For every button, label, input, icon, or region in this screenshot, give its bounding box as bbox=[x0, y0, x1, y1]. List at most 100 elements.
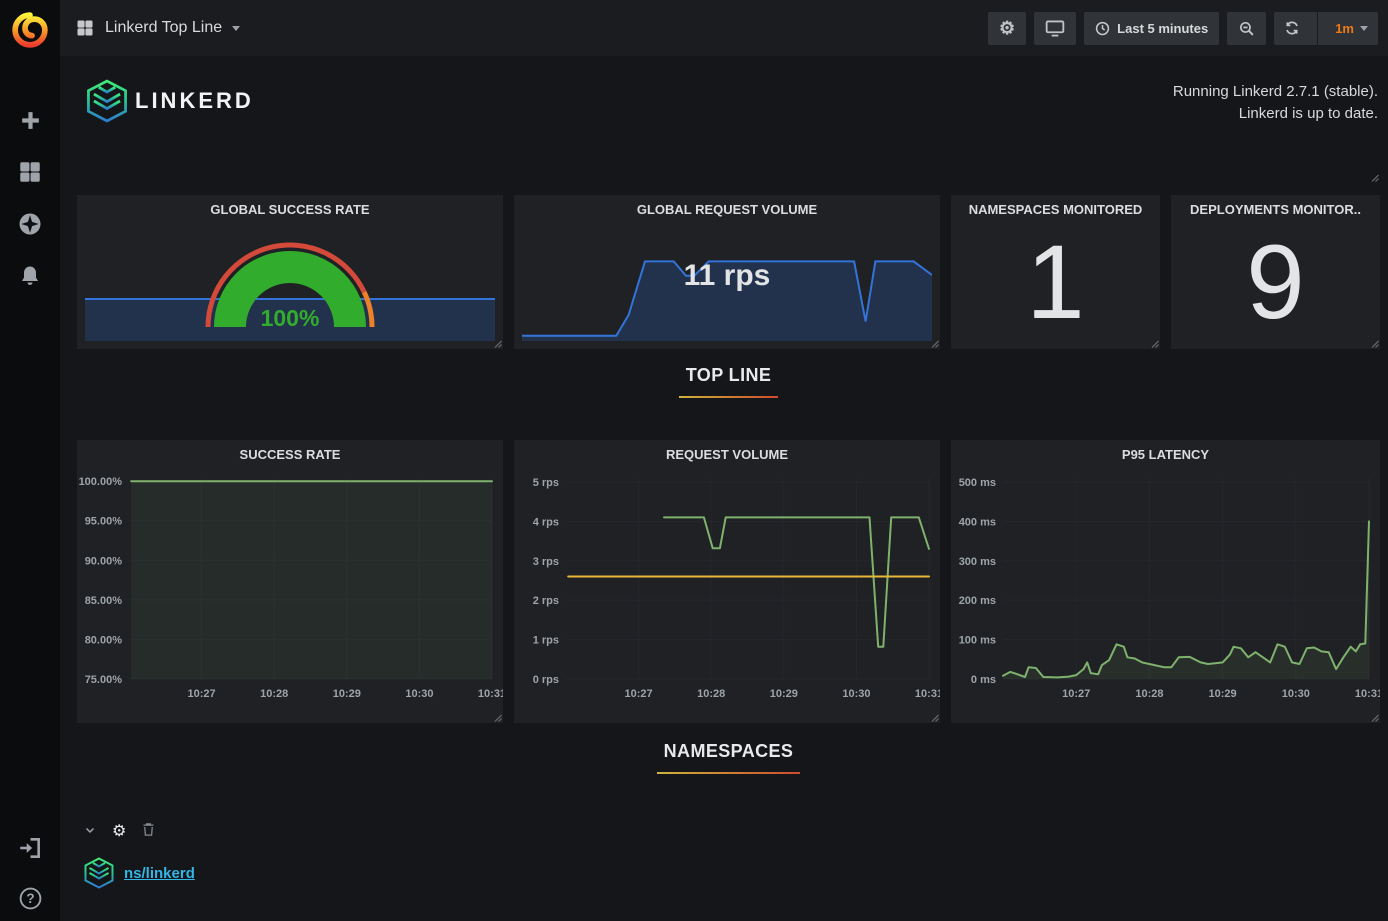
grafana-logo-icon[interactable] bbox=[7, 7, 53, 53]
linkerd-logo-icon bbox=[83, 857, 115, 889]
refresh-button[interactable] bbox=[1274, 12, 1310, 45]
svg-text:4 rps: 4 rps bbox=[533, 516, 559, 528]
sidebar-menu bbox=[15, 105, 45, 291]
svg-text:10:29: 10:29 bbox=[333, 688, 361, 700]
section-title: TOP LINE bbox=[679, 363, 779, 398]
sign-in-icon[interactable] bbox=[15, 833, 45, 863]
panel-title[interactable]: GLOBAL SUCCESS RATE bbox=[77, 195, 503, 221]
panel-resize-handle[interactable] bbox=[1371, 174, 1379, 182]
navbar-actions: ⚙ Last 5 minutes bbox=[988, 12, 1378, 45]
kiosk-mode-button[interactable] bbox=[1034, 12, 1076, 45]
gear-icon: ⚙ bbox=[999, 19, 1015, 37]
deployments-monitored-value: 9 bbox=[1171, 225, 1380, 339]
dashboard-grid-icon bbox=[75, 18, 95, 38]
svg-text:10:27: 10:27 bbox=[625, 688, 653, 700]
linkerd-header-panel: LINKERD Running Linkerd 2.7.1 (stable). … bbox=[77, 65, 1380, 183]
panel-resize-handle[interactable] bbox=[1371, 714, 1379, 722]
success-rate-chart[interactable]: 100.00%95.00%90.00%85.00%80.00%75.00%10:… bbox=[77, 466, 503, 715]
svg-text:10:31: 10:31 bbox=[915, 688, 940, 700]
linkerd-brand: LINKERD bbox=[85, 79, 254, 123]
request-volume-chart[interactable]: 5 rps4 rps3 rps2 rps1 rps0 rps10:2710:28… bbox=[514, 466, 940, 715]
status-line-1: Running Linkerd 2.7.1 (stable). bbox=[1173, 81, 1378, 103]
section-title: NAMESPACES bbox=[657, 739, 801, 774]
refresh-icon bbox=[1284, 20, 1300, 36]
panel-resize-handle[interactable] bbox=[931, 714, 939, 722]
main-area: Linkerd Top Line ⚙ Last 5 minutes bbox=[60, 0, 1388, 921]
dashboard-settings-button[interactable]: ⚙ bbox=[988, 12, 1026, 45]
svg-text:10:27: 10:27 bbox=[188, 688, 216, 700]
namespace-link[interactable]: ns/linkerd bbox=[124, 865, 195, 882]
svg-text:10:28: 10:28 bbox=[260, 688, 288, 700]
refresh-button-group: 1m bbox=[1274, 12, 1378, 45]
stats-row: GLOBAL SUCCESS RATE 100% GLOBAL REQUEST … bbox=[77, 195, 1380, 349]
svg-text:10:31: 10:31 bbox=[1355, 688, 1380, 700]
magnifier-minus-icon bbox=[1238, 20, 1255, 37]
linkerd-wordmark: LINKERD bbox=[135, 88, 254, 114]
alerting-bell-icon[interactable] bbox=[15, 261, 45, 291]
row-settings-gear-icon[interactable]: ⚙ bbox=[112, 824, 126, 840]
explore-compass-icon[interactable] bbox=[15, 209, 45, 239]
refresh-interval-label: 1m bbox=[1335, 21, 1354, 36]
svg-text:10:30: 10:30 bbox=[1282, 688, 1310, 700]
request-volume-value: 11 rps bbox=[514, 259, 940, 293]
panel-title[interactable]: DEPLOYMENTS MONITOR.. bbox=[1171, 195, 1380, 221]
panel-resize-handle[interactable] bbox=[931, 340, 939, 348]
panel-request-volume-chart: REQUEST VOLUME 5 rps4 rps3 rps2 rps1 rps… bbox=[514, 440, 940, 723]
time-range-label: Last 5 minutes bbox=[1117, 21, 1208, 36]
panel-title[interactable]: NAMESPACES MONITORED bbox=[951, 195, 1160, 221]
svg-text:90.00%: 90.00% bbox=[85, 555, 123, 567]
panel-title[interactable]: P95 LATENCY bbox=[951, 440, 1380, 466]
panel-title[interactable]: SUCCESS RATE bbox=[77, 440, 503, 466]
linkerd-logo-icon bbox=[85, 79, 129, 123]
p95-latency-chart[interactable]: 500 ms400 ms300 ms200 ms100 ms0 ms10:271… bbox=[951, 466, 1380, 715]
panel-title[interactable]: REQUEST VOLUME bbox=[514, 440, 940, 466]
grafana-app: ? Linkerd Top Line ⚙ Last 5 minut bbox=[0, 0, 1388, 921]
charts-row: SUCCESS RATE 100.00%95.00%90.00%85.00%80… bbox=[77, 440, 1380, 723]
svg-text:10:28: 10:28 bbox=[1135, 688, 1163, 700]
svg-text:10:29: 10:29 bbox=[1209, 688, 1237, 700]
zoom-out-button[interactable] bbox=[1227, 12, 1266, 45]
svg-text:0 rps: 0 rps bbox=[533, 674, 559, 686]
sidebar-bottom: ? bbox=[15, 833, 45, 913]
panel-title[interactable]: GLOBAL REQUEST VOLUME bbox=[514, 195, 940, 221]
panel-resize-handle[interactable] bbox=[1151, 340, 1159, 348]
panel-resize-handle[interactable] bbox=[1371, 340, 1379, 348]
panel-resize-handle[interactable] bbox=[494, 714, 502, 722]
dashboards-icon[interactable] bbox=[15, 157, 45, 187]
svg-text:10:29: 10:29 bbox=[770, 688, 798, 700]
svg-text:400 ms: 400 ms bbox=[959, 516, 996, 528]
svg-text:85.00%: 85.00% bbox=[85, 595, 123, 607]
refresh-interval-dropdown[interactable]: 1m bbox=[1325, 12, 1378, 45]
linkerd-version-status: Running Linkerd 2.7.1 (stable). Linkerd … bbox=[1173, 81, 1380, 125]
svg-text:200 ms: 200 ms bbox=[959, 595, 996, 607]
button-divider bbox=[1317, 12, 1318, 45]
svg-text:75.00%: 75.00% bbox=[85, 674, 123, 686]
dashboard-canvas: LINKERD Running Linkerd 2.7.1 (stable). … bbox=[60, 56, 1388, 921]
chevron-down-icon bbox=[1360, 26, 1368, 31]
svg-text:0 ms: 0 ms bbox=[971, 674, 996, 686]
namespace-list-item: ns/linkerd bbox=[77, 857, 1380, 889]
svg-text:1 rps: 1 rps bbox=[533, 635, 559, 647]
clock-icon bbox=[1095, 21, 1110, 36]
svg-text:80.00%: 80.00% bbox=[85, 634, 123, 646]
svg-text:10:30: 10:30 bbox=[842, 688, 870, 700]
create-icon[interactable] bbox=[15, 105, 45, 135]
dashboard-title: Linkerd Top Line bbox=[105, 19, 222, 37]
status-line-2: Linkerd is up to date. bbox=[1173, 103, 1378, 125]
svg-text:?: ? bbox=[26, 891, 34, 906]
sidebar: ? bbox=[0, 0, 60, 921]
panel-global-success-rate: GLOBAL SUCCESS RATE 100% bbox=[77, 195, 503, 349]
success-rate-gauge[interactable]: 100% bbox=[77, 231, 503, 343]
help-icon[interactable]: ? bbox=[15, 883, 45, 913]
dashboard-title-dropdown[interactable]: Linkerd Top Line bbox=[75, 18, 240, 38]
time-range-button[interactable]: Last 5 minutes bbox=[1084, 12, 1219, 45]
gauge-chart: 100% bbox=[202, 231, 378, 343]
svg-text:2 rps: 2 rps bbox=[533, 595, 559, 607]
svg-text:10:31: 10:31 bbox=[478, 688, 503, 700]
panel-global-request-volume: GLOBAL REQUEST VOLUME 11 rps bbox=[514, 195, 940, 349]
collapse-row-chevron-icon[interactable] bbox=[84, 823, 96, 841]
namespaces-row-controls: ⚙ bbox=[77, 821, 1380, 843]
svg-text:5 rps: 5 rps bbox=[533, 477, 559, 489]
chevron-down-icon bbox=[232, 26, 240, 31]
row-delete-trash-icon[interactable] bbox=[142, 822, 155, 842]
